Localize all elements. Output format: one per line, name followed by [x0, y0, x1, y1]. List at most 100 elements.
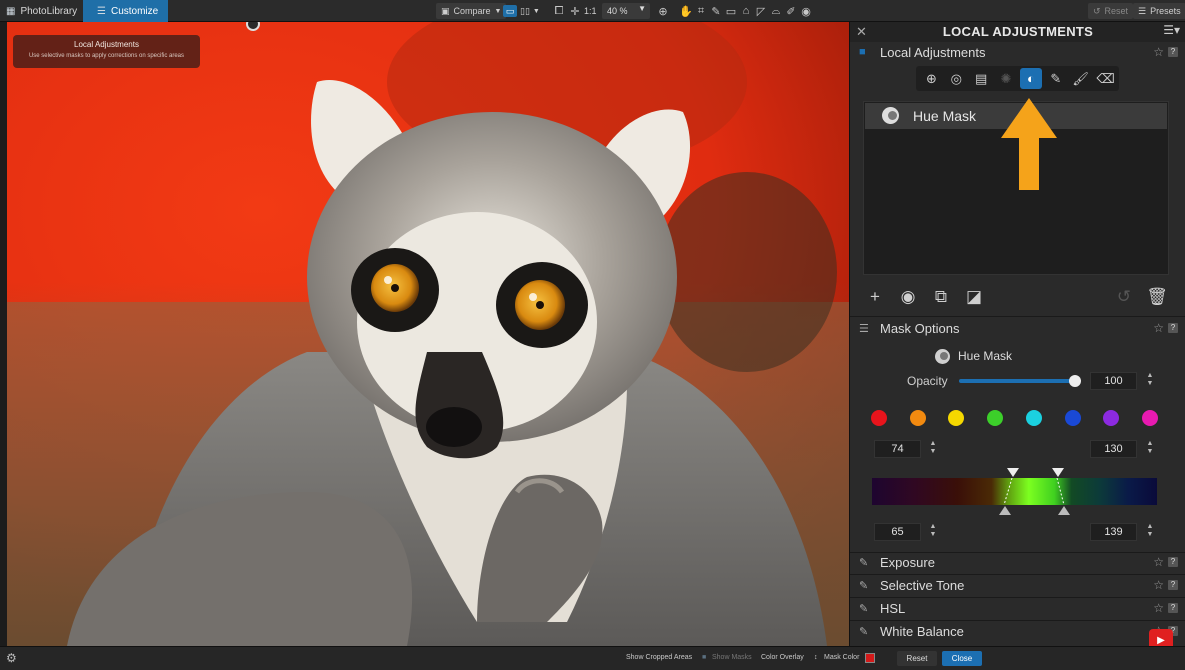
star-icon[interactable]: ☆ [1153, 578, 1164, 592]
mask-item-label: Hue Mask [913, 108, 977, 124]
zoom-select[interactable]: 40 % ▼ [602, 3, 650, 19]
help-icon[interactable]: ? [1168, 580, 1178, 590]
hue-range-top-right-field[interactable]: 130 [1090, 440, 1137, 458]
section-local-adjustments[interactable]: ■ Local Adjustments ☆ ? [850, 42, 1185, 64]
hue-range-bottom-right-stepper[interactable]: ▲ ▼ [1146, 523, 1154, 541]
brush-icon[interactable]: 🖌 [1069, 68, 1092, 89]
opacity-label: Opacity [907, 374, 948, 388]
single-view-icon: ▭ [503, 5, 517, 17]
star-icon[interactable]: ☆ [1153, 555, 1164, 569]
chevron-down-icon: ▼ [638, 4, 646, 13]
graduated-filter-icon[interactable]: ▤ [970, 68, 993, 89]
star-icon[interactable]: ☆ [1153, 601, 1164, 615]
color-swatch[interactable] [1064, 410, 1081, 426]
color-swatch[interactable] [1141, 410, 1158, 426]
help-icon[interactable]: ? [1168, 603, 1178, 613]
help-icon[interactable]: ? [1168, 557, 1178, 567]
tab-customize[interactable]: ☰ Customize [83, 0, 168, 22]
section-hsl[interactable]: ✎ HSL ☆ ? [850, 598, 1185, 620]
opacity-value-field[interactable]: 100 [1090, 372, 1137, 390]
mask-tool-strip: ⊕ ◎ ▤ ✺ ◐ ✎ 🖌 ⌫ [916, 66, 1119, 91]
duplicate-icon[interactable]: ⧉ [928, 284, 954, 310]
hue-range-bar[interactable] [872, 478, 1157, 505]
section-white-balance[interactable]: ✎ White Balance ☆ ? [850, 621, 1185, 643]
move-icon[interactable]: ✛ [568, 3, 582, 19]
mask-buttons: + ◉ ⧉ ◪ ↺ 🗑 [850, 282, 1185, 312]
display-mode-selector[interactable]: ▭ ▯▯ ▼ [503, 3, 541, 19]
crop-tool-icon[interactable]: ⌗ [694, 3, 708, 19]
hue-range-bottom-left-field[interactable]: 65 [874, 523, 921, 541]
eraser-point-icon[interactable]: ✺ [995, 68, 1018, 89]
opacity-slider-handle[interactable] [1069, 375, 1081, 387]
hue-range-bottom-left-stepper[interactable]: ▲ ▼ [929, 523, 937, 541]
local-adjust-icon[interactable]: ✐ [784, 3, 798, 19]
hue-range-bottom-right-field[interactable]: 139 [1090, 523, 1137, 541]
presets-label: Presets [1150, 6, 1181, 16]
mask-color-swatch[interactable] [865, 653, 875, 663]
trash-icon[interactable]: 🗑 [1144, 284, 1170, 310]
hue-range-top-right-stepper[interactable]: ▲ ▼ [1146, 440, 1154, 458]
color-swatch[interactable] [909, 410, 926, 426]
color-overlay-select[interactable]: Color Overlay [761, 654, 804, 661]
section-label: Exposure [880, 555, 935, 570]
perspective-icon[interactable]: ⌂ [739, 3, 753, 19]
hue-bottom-right-handle[interactable] [1058, 506, 1070, 515]
color-swatch[interactable] [1025, 410, 1042, 426]
orange-arrow-icon [1001, 98, 1057, 190]
hue-mask-item-icon [882, 107, 899, 124]
eye-icon[interactable]: ◉ [799, 3, 813, 19]
reset-button[interactable]: Reset [897, 651, 937, 666]
color-swatch[interactable] [871, 410, 887, 426]
mask-options-icon: ☰ [859, 323, 869, 335]
opacity-slider[interactable] [959, 379, 1077, 383]
invert-icon[interactable]: ◪ [961, 284, 987, 310]
hue-mask-icon[interactable]: ◐ [1019, 68, 1043, 89]
reset-icon: ↺ [1093, 5, 1101, 16]
brush-a-icon[interactable]: ✎ [1044, 68, 1067, 89]
show-cropped-areas-toggle[interactable]: Show Cropped Areas [626, 654, 692, 661]
repair-icon[interactable]: ◸ [754, 3, 768, 19]
presets-button[interactable]: ☰ Presets [1133, 3, 1185, 19]
star-icon[interactable]: ☆ [1153, 45, 1164, 59]
mask-type-label: Hue Mask [958, 349, 1013, 363]
tab-photolibrary[interactable]: ▦ PhotoLibrary [0, 0, 82, 22]
section-mask-options[interactable]: ☰ Mask Options ☆ ? [850, 318, 1185, 340]
crop-icon[interactable]: ⧠ [552, 3, 566, 19]
close-button[interactable]: Close [942, 651, 982, 666]
show-masks-toggle[interactable]: Show Masks [712, 654, 752, 661]
menu-icon[interactable]: ☰▾ [1163, 23, 1180, 37]
hue-bottom-left-handle[interactable] [999, 506, 1011, 515]
section-selective-tone[interactable]: ✎ Selective Tone ☆ ? [850, 575, 1185, 597]
section-label: White Balance [880, 624, 964, 639]
color-swatch[interactable] [987, 410, 1004, 426]
visibility-icon[interactable]: ◉ [895, 284, 921, 310]
red-eye-icon[interactable]: ⌓ [769, 3, 783, 19]
hue-top-left-handle[interactable] [1007, 468, 1019, 477]
hue-range-top-left-field[interactable]: 74 [874, 440, 921, 458]
zoom-1to1-button[interactable]: 1:1 [584, 3, 597, 19]
reset-button[interactable]: ↺ Reset [1088, 3, 1134, 19]
photo-canvas[interactable]: Local Adjustments Use selective masks to… [7, 22, 849, 646]
pencil-icon: ✎ [859, 580, 869, 592]
compare-button[interactable]: ▣ Compare ▼ [436, 3, 507, 19]
zoom-in-icon[interactable]: ⊕ [656, 3, 670, 19]
hand-tool-icon[interactable]: ✋ [679, 3, 693, 19]
help-icon[interactable]: ? [1168, 323, 1178, 333]
section-exposure[interactable]: ✎ Exposure ☆ ? [850, 552, 1185, 574]
help-icon[interactable]: ? [1168, 47, 1178, 57]
straighten-icon[interactable]: ▭ [724, 3, 738, 19]
undo-icon[interactable]: ↺ [1111, 284, 1137, 310]
pencil-icon: ✎ [859, 557, 869, 569]
hue-top-right-handle[interactable] [1052, 468, 1064, 477]
eyedropper-icon[interactable]: ✎ [709, 3, 723, 19]
auto-mask-icon[interactable]: ◎ [945, 68, 968, 89]
checkbox-icon[interactable]: ■ [702, 654, 706, 661]
star-icon[interactable]: ☆ [1153, 321, 1164, 335]
opacity-stepper[interactable]: ▲ ▼ [1146, 372, 1154, 390]
eraser-icon[interactable]: ⌫ [1094, 68, 1117, 89]
settings-icon[interactable]: ⚙ [6, 651, 17, 665]
control-point-icon[interactable]: ⊕ [920, 68, 943, 89]
hue-range-top-left-stepper[interactable]: ▲ ▼ [929, 440, 937, 458]
mask-color-label: Mask Color [824, 654, 860, 661]
add-icon[interactable]: + [862, 284, 888, 310]
